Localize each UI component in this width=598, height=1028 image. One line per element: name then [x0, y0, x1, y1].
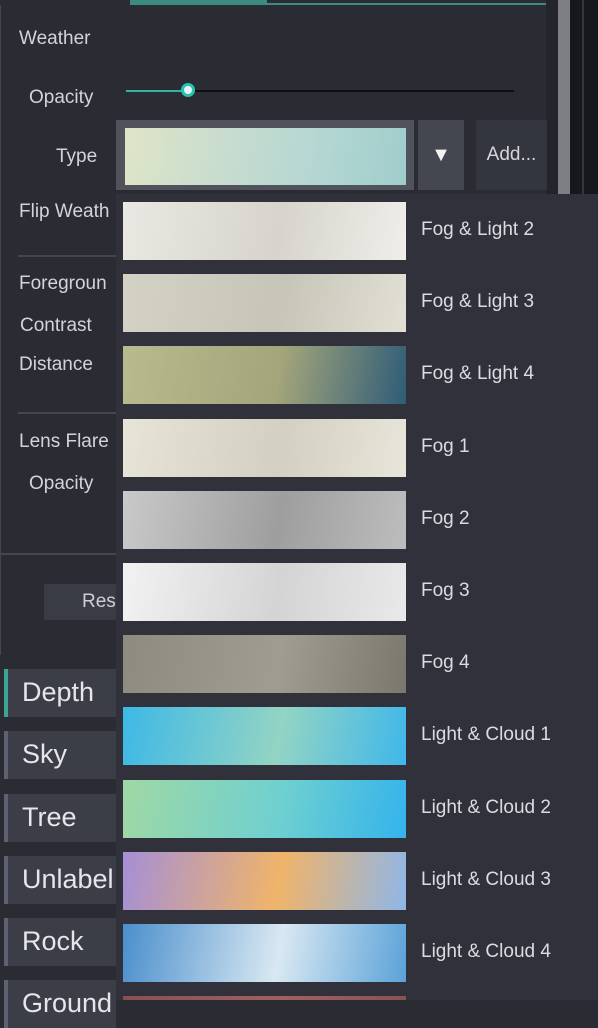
weather-type-preview[interactable]	[125, 128, 406, 185]
dropdown-arrow-button[interactable]: ▼	[418, 120, 464, 190]
dropdown-option[interactable]: Light & Cloud 3	[116, 851, 598, 912]
category-rock[interactable]: Rock	[4, 918, 116, 966]
category-sky[interactable]: Sky	[4, 731, 116, 779]
dropdown-option[interactable]: Fog 4	[116, 635, 598, 695]
divider	[18, 412, 118, 414]
option-thumbnail	[123, 851, 406, 910]
dropdown-option[interactable]: Fog & Light 4	[116, 346, 598, 406]
category-label: Sky	[22, 739, 68, 769]
option-label: Fog & Light 4	[421, 363, 535, 385]
category-label: Tree	[22, 802, 77, 832]
option-thumbnail	[123, 490, 406, 549]
dropdown-option[interactable]: Light & Cloud 1	[116, 707, 598, 767]
option-label: Fog 3	[421, 580, 470, 601]
option-label: Light & Cloud 3	[421, 868, 551, 890]
option-thumbnail	[123, 635, 406, 694]
dropdown-option[interactable]: Fog 1	[116, 418, 598, 479]
option-thumbnail	[123, 779, 406, 838]
dropdown-option[interactable]: Fog 3	[116, 563, 598, 623]
opacity-slider-thumb[interactable]	[181, 83, 196, 97]
lens-flare-label: Lens Flare	[19, 431, 109, 452]
divider	[18, 255, 118, 257]
dropdown-option[interactable]: Fog 2	[116, 490, 598, 551]
option-thumbnail	[123, 418, 406, 477]
dropdown-option[interactable]: Fog & Light 2	[116, 202, 598, 262]
option-label: Fog 4	[421, 652, 470, 674]
option-label: Light & Cloud 1	[421, 724, 551, 746]
option-thumbnail	[123, 346, 406, 405]
category-label: Ground	[22, 988, 113, 1018]
scrollbar-thumb[interactable]	[558, 0, 570, 205]
distance-label: Distance	[19, 354, 93, 375]
option-label: Light & Cloud 4	[421, 941, 551, 962]
category-ground[interactable]: Ground	[4, 980, 116, 1028]
option-thumbnail	[123, 996, 406, 1000]
flip-weather-label: Flip Weath	[19, 201, 110, 222]
foreground-label: Foregroun	[19, 273, 107, 294]
category-label: Unlabel	[22, 864, 114, 894]
weather-type-dropdown-list[interactable]: Fog & Light 2 Fog & Light 3 Fog & Light 4 F…	[116, 194, 598, 1000]
option-thumbnail	[123, 924, 406, 982]
category-tree[interactable]: Tree	[4, 794, 116, 842]
option-thumbnail	[123, 274, 406, 333]
lens-opacity-label: Opacity	[29, 473, 94, 494]
option-thumbnail	[123, 707, 406, 766]
add-button[interactable]: Add...	[476, 120, 547, 190]
opacity-slider-fill	[126, 90, 189, 92]
contrast-label: Contrast	[20, 315, 92, 336]
option-thumbnail	[123, 563, 406, 621]
option-thumbnail	[123, 202, 406, 260]
type-label: Type	[56, 146, 98, 167]
option-label: Fog & Light 3	[421, 291, 535, 313]
dropdown-option[interactable]: Fog & Light 3	[116, 274, 598, 334]
option-label: Light & Cloud 2	[421, 796, 551, 818]
dropdown-option[interactable]: Light & Cloud 2	[116, 779, 598, 840]
category-unlabeled[interactable]: Unlabel	[4, 856, 116, 904]
opacity-label: Opacity	[29, 87, 94, 108]
option-label: Fog 1	[421, 435, 470, 457]
reset-button[interactable]: Res	[44, 584, 124, 620]
divider	[0, 553, 116, 555]
dropdown-option[interactable]: Light & Cloud 4	[116, 924, 598, 984]
category-label: Rock	[22, 926, 84, 956]
option-label: Fog & Light 2	[421, 219, 535, 240]
dropdown-option[interactable]	[116, 996, 598, 1000]
category-depth[interactable]: Depth	[4, 669, 116, 717]
option-label: Fog 2	[421, 507, 470, 529]
category-label: Depth	[22, 677, 95, 707]
section-title-weather: Weather	[19, 28, 91, 49]
